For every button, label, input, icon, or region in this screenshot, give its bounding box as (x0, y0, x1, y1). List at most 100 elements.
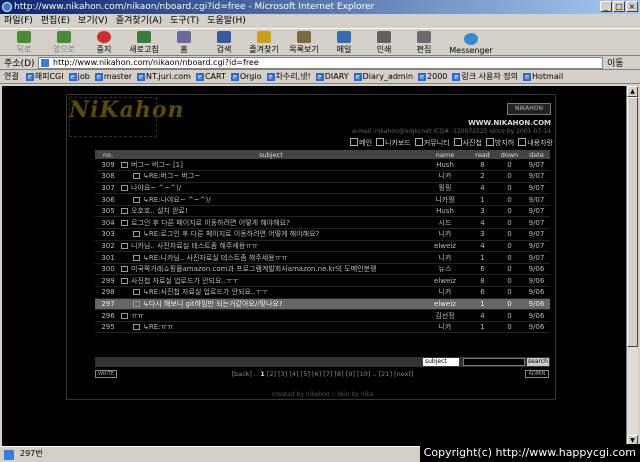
board-nav-item[interactable]: 메인 (350, 138, 372, 148)
table-row[interactable]: 308 ↳RE:버그~ 버그~ 니카 2 0 9/07 (95, 170, 550, 183)
toolbar-button[interactable]: 인쇄 (364, 29, 404, 55)
table-row[interactable]: 300 미국쪽거래쇼핑몰amazon.com과 프로그램계발회사amazon.ne… (95, 263, 550, 276)
favorite-link[interactable]: NT.juri.com (137, 72, 191, 81)
post-subject[interactable]: ㅠㅠ (131, 312, 144, 320)
table-row[interactable]: 295 ↳RE:ㅠㅠ 니카 1 0 9/06 (95, 321, 550, 334)
table-row[interactable]: 298 ↳RE:사진첩 자료실 업로드가 안되요..ㅜㅜ 니카 6 0 9/06 (95, 286, 550, 299)
post-subject[interactable]: 버그~ 버그~ [1] (131, 161, 183, 169)
cell-subject[interactable]: ㅠㅠ (121, 309, 421, 322)
post-subject[interactable]: ↳RE:로그인 후 다른 페이지로 이동하려면 어떻게 해야해요? (143, 230, 319, 238)
menu-item[interactable]: 편집(E) (41, 14, 70, 28)
cell-subject[interactable]: ↳RE:버그~ 버그~ (121, 170, 421, 183)
admin-button[interactable]: ADMIN (525, 370, 549, 378)
post-subject[interactable]: ↳RE:니카님.. 사진자료실 테스트좀 해주세용ㅠㅠ (143, 254, 288, 262)
cell-subject[interactable]: 로그인 후 다른 페이지로 이동하려면 어떻게 해야해요? (121, 216, 421, 230)
go-button[interactable]: 이동 (607, 56, 624, 69)
menu-item[interactable]: 즐겨찾기(A) (116, 14, 162, 28)
post-subject[interactable]: 미국쪽거래쇼핑몰amazon.com과 프로그램계발회사amazon.ne.kr… (131, 265, 376, 273)
toolbar-button[interactable]: 홈 (164, 29, 204, 55)
post-subject[interactable]: ↳다시 해보니 git하임만 되는거같아요//맞나요? (143, 300, 283, 308)
search-field-select[interactable]: subject (423, 358, 459, 366)
search-input[interactable] (463, 358, 525, 366)
post-subject[interactable]: ↳RE:ㅠㅠ (143, 323, 173, 331)
post-subject[interactable]: ↳RE:나야요~ ^~^)/ (143, 196, 211, 204)
vertical-scrollbar[interactable]: ▲ ▼ (626, 86, 638, 446)
favorite-link[interactable]: 차수리,넷! (267, 71, 311, 82)
cell-subject[interactable]: ↳RE:나야요~ ^~^)/ (121, 193, 421, 206)
cell-subject[interactable]: 버그~ 버그~ [1] (121, 159, 421, 172)
post-subject[interactable]: ↳RE:사진첩 자료실 업로드가 안되요..ㅜㅜ (143, 288, 268, 296)
toolbar-button[interactable]: 편집 (404, 29, 444, 55)
menu-item[interactable]: 보기(V) (78, 14, 108, 28)
toolbar-button[interactable]: 뒤로 (4, 29, 44, 55)
board-nav-item[interactable]: 커뮤니티 (415, 138, 450, 148)
search-button[interactable]: search (527, 358, 549, 366)
post-subject[interactable]: 로그인 후 다른 페이지로 이동하려면 어떻게 해야해요? (131, 219, 290, 227)
cell-subject[interactable]: ↳RE:사진첩 자료실 업로드가 안되요..ㅜㅜ (121, 286, 421, 299)
table-row[interactable]: 304 로그인 후 다른 페이지로 이동하려면 어떻게 해야해요? 시드 4 0 9/07 (95, 216, 550, 230)
post-subject[interactable]: 오호호.. 설치 완료! (131, 207, 188, 215)
cell-subject[interactable]: 사진첩 자료실 업로드가 안되요..ㅜㅜ (121, 274, 421, 288)
cell-subject[interactable]: ↳RE:ㅠㅠ (121, 321, 421, 334)
cell-subject[interactable]: ↳RE:로그인 후 다른 페이지로 이동하려면 어떻게 해야해요? (121, 228, 421, 241)
address-input[interactable]: http://www.nikahon.com/nikaon/nboard.cgi… (38, 56, 603, 69)
board-nav-item[interactable]: 내용자랑 (518, 138, 553, 148)
menu-item[interactable]: 도움말(H) (207, 14, 246, 28)
table-row[interactable]: 297 ↳다시 해보니 git하임만 되는거같아요//맞나요? elweiz 1 0 9/… (95, 298, 550, 311)
favorite-link[interactable]: master (95, 72, 132, 81)
toolbar-button[interactable]: 검색 (204, 29, 244, 55)
post-subject[interactable]: 니카님.. 사진자료실 테스트좀 해주세용ㅠㅠ (131, 242, 258, 250)
pager-next[interactable]: [next] (394, 370, 413, 378)
toolbar-button[interactable]: Messenger (444, 29, 498, 55)
toolbar-button[interactable]: 새로고침 (124, 29, 164, 55)
table-row[interactable]: 306 ↳RE:나야요~ ^~^)/ 니카짱 1 0 9/07 (95, 193, 550, 206)
toolbar-button[interactable]: 중지 (84, 29, 124, 55)
board-nav-item[interactable]: 사진첩 (454, 138, 482, 148)
cell-subject[interactable]: 오호호.. 설치 완료! (121, 205, 421, 218)
post-subject[interactable]: ↳RE:버그~ 버그~ (143, 172, 200, 180)
table-row[interactable]: 299 사진첩 자료실 업로드가 안되요..ㅜㅜ elweiz 8 0 9/06 (95, 274, 550, 288)
menu-item[interactable]: 파일(F) (4, 14, 33, 28)
scroll-thumb[interactable] (627, 97, 638, 347)
toolbar-button[interactable]: 앞으로 (44, 29, 84, 55)
table-row[interactable]: 305 오호호.. 설치 완료! Hush 3 0 9/07 (95, 205, 550, 218)
cell-subject[interactable]: 니카님.. 사진자료실 테스트좀 해주세용ㅠㅠ (121, 240, 421, 253)
cell-read: 4 (469, 216, 496, 230)
scroll-up-icon[interactable]: ▲ (627, 86, 638, 97)
site-logo[interactable]: NiKahon (69, 97, 184, 137)
table-row[interactable]: 296 ㅠㅠ 김선정 4 0 9/06 (95, 309, 550, 322)
favorite-link[interactable]: job (69, 72, 90, 81)
table-row[interactable]: 303 ↳RE:로그인 후 다른 페이지로 이동하려면 어떻게 해야해요? 니카 3 0… (95, 228, 550, 241)
favorite-link[interactable]: 2000 (418, 72, 447, 81)
favorite-link[interactable]: 링크 사용자 정의 (452, 71, 518, 82)
board-nav-item[interactable]: 방지허 (486, 138, 514, 148)
minimize-icon[interactable]: _ (600, 1, 612, 12)
menu-item[interactable]: 도구(T) (170, 14, 199, 28)
toolbar-button[interactable]: 메일 (324, 29, 364, 55)
table-row[interactable]: 309 버그~ 버그~ [1] Hush 8 0 9/07 (95, 159, 550, 172)
toolbar: 뒤로 앞으로 중지 새로고침 홈 검색 즐겨찾기 목록보기 메일 인쇄 편집 Messenger (0, 28, 640, 56)
pager-back[interactable]: [back] (231, 370, 252, 378)
favorite-link[interactable]: CART (196, 72, 226, 81)
cell-subject[interactable]: ↳다시 해보니 git하임만 되는거같아요//맞나요? (121, 298, 421, 311)
cell-subject[interactable]: ↳RE:니카님.. 사진자료실 테스트좀 해주세용ㅠㅠ (121, 251, 421, 264)
maximize-icon[interactable]: □ (613, 1, 625, 12)
post-subject[interactable]: 나야요~ ^~^)/ (131, 184, 181, 192)
favorite-link[interactable]: 해피CGI (26, 71, 64, 82)
favorite-link[interactable]: Diary_admin (354, 72, 413, 81)
post-subject[interactable]: 사진첩 자료실 업로드가 안되요..ㅜㅜ (131, 277, 239, 285)
close-icon[interactable]: × (626, 1, 638, 12)
toolbar-button[interactable]: 목록보기 (284, 29, 324, 55)
table-row[interactable]: 301 ↳RE:니카님.. 사진자료실 테스트좀 해주세용ㅠㅠ 니카 1 0 9/07 (95, 251, 550, 264)
cell-subject[interactable]: 미국쪽거래쇼핑몰amazon.com과 프로그램계발회사amazon.ne.kr… (121, 263, 421, 276)
favorite-link[interactable]: Orgio (231, 72, 262, 81)
favorite-link[interactable]: DIARY (316, 72, 349, 81)
cell-subject[interactable]: 나야요~ ^~^)/ (121, 182, 421, 195)
favorite-link[interactable]: Hotmail (523, 72, 563, 81)
pager-pages[interactable]: [2] [3] [4] [5] [6] [7] [8] [9] [10] .. … (267, 370, 392, 378)
board-nav-item[interactable]: 니카보드 (376, 138, 411, 148)
toolbar-button[interactable]: 즐겨찾기 (244, 29, 284, 55)
table-row[interactable]: 302 니카님.. 사진자료실 테스트좀 해주세용ㅠㅠ elweiz 4 0 9/07 (95, 240, 550, 253)
table-row[interactable]: 307 나야요~ ^~^)/ 핑핑 4 0 9/07 (95, 182, 550, 195)
nikahon-badge[interactable]: NIKAHON (507, 103, 551, 115)
